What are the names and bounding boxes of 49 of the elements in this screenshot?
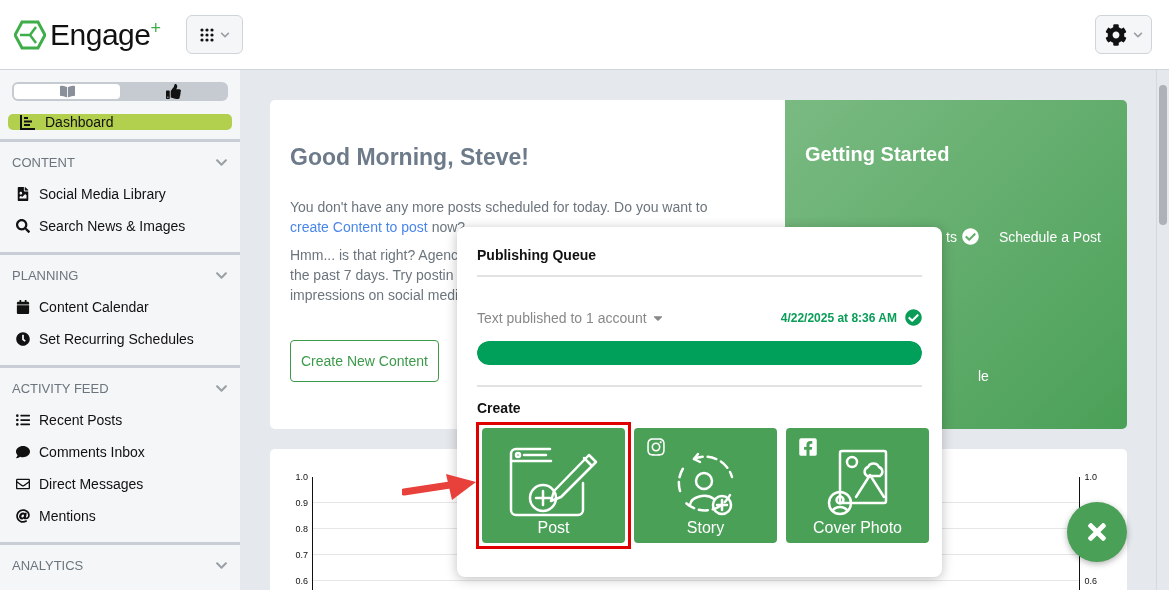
nav-item[interactable]: Content Calendar xyxy=(12,291,228,323)
search-icon xyxy=(16,219,30,233)
queue-item-dropdown[interactable]: Text published to 1 account xyxy=(477,309,665,326)
popup-title: Publishing Queue xyxy=(477,247,922,277)
section-heading: CONTENT xyxy=(12,154,75,170)
instagram-icon xyxy=(646,437,666,457)
nav-item[interactable]: Dashboard xyxy=(8,114,232,130)
at-sign-icon xyxy=(16,509,30,523)
nav-item[interactable]: Set Recurring Schedules xyxy=(12,323,228,355)
card-title: Getting Started xyxy=(805,143,951,166)
logo-text: Engage$^{+}$ xyxy=(50,17,161,52)
nav-item[interactable]: Comments Inbox xyxy=(12,436,228,468)
file-image-icon xyxy=(16,187,30,201)
nav-item[interactable]: Recent Posts xyxy=(12,404,228,436)
publish-time: 4/22/2025 at 8:36 AM xyxy=(780,310,897,325)
facebook-icon xyxy=(798,437,818,457)
greeting-title: Good Morning, Steve! xyxy=(290,144,530,171)
bar-chart-icon xyxy=(20,114,35,130)
create-content-link[interactable]: create Content to post xyxy=(290,219,428,235)
hint-text: the past 7 days. Try postin xyxy=(290,266,454,285)
scrollbar[interactable] xyxy=(1156,70,1169,590)
hexagon-logo-icon xyxy=(14,19,46,50)
calendar-icon xyxy=(16,300,30,314)
speech-bubble-icon xyxy=(16,445,30,459)
hint-text: impressions on social medi xyxy=(290,286,459,305)
chevron-down-icon xyxy=(1132,29,1143,40)
chevron-down-icon xyxy=(219,29,230,40)
step-text: le xyxy=(978,368,989,384)
settings-button[interactable] xyxy=(1095,15,1152,54)
step-text: ts xyxy=(946,228,957,245)
settings-icon xyxy=(1104,23,1127,46)
envelope-icon xyxy=(16,477,30,491)
nav-item[interactable]: Social Media Library xyxy=(12,178,228,210)
nav-item[interactable]: Search News & Images xyxy=(12,210,228,242)
step-text: Schedule a Post xyxy=(998,228,1101,245)
apps-grid-icon xyxy=(199,27,214,42)
section-heading: ACTIVITY FEED xyxy=(12,380,109,396)
thumbs-up-icon xyxy=(165,84,181,99)
list-icon xyxy=(16,413,30,427)
section-heading: ANALYTICS xyxy=(12,557,84,573)
book-icon xyxy=(59,84,75,99)
section-title: Create xyxy=(477,400,522,416)
section-heading: PLANNING xyxy=(12,267,79,283)
nav-item[interactable]: Mentions xyxy=(12,500,228,532)
hint-text: Hmm... is that right? Agenc xyxy=(290,246,459,265)
nav-item[interactable]: Direct Messages xyxy=(12,468,228,500)
apps-menu-button[interactable] xyxy=(186,15,244,54)
clock-icon xyxy=(16,332,30,346)
create-content-button[interactable]: Create New Content xyxy=(290,340,439,382)
